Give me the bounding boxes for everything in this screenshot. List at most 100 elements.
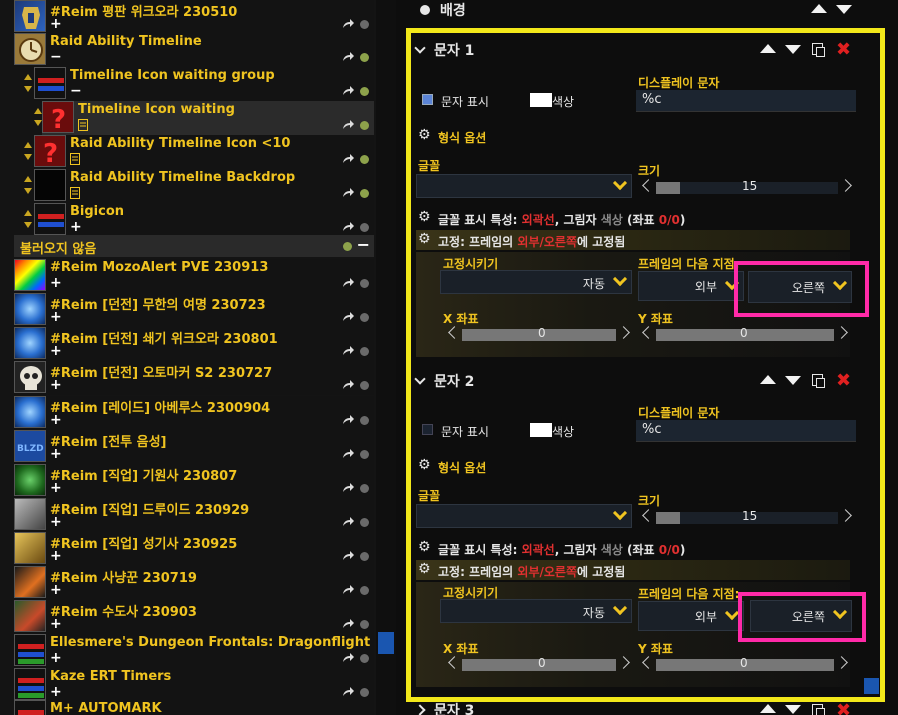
load-status-icon[interactable] bbox=[360, 155, 369, 164]
frame-outer-dropdown[interactable]: 외부 bbox=[638, 601, 744, 631]
chevron-right-icon[interactable] bbox=[835, 326, 848, 339]
move-up-icon[interactable] bbox=[760, 44, 776, 53]
aura-row-bigicon[interactable]: Bigicon + bbox=[34, 203, 374, 237]
expand-icon[interactable]: + bbox=[50, 549, 62, 563]
chevron-left-icon[interactable] bbox=[642, 326, 655, 339]
move-down-icon[interactable] bbox=[24, 188, 32, 194]
load-status-icon[interactable] bbox=[360, 121, 369, 130]
font-properties-line[interactable]: 글꼴 표시 특성: 외곽선, 그림자 색상 (좌표 0/0) bbox=[438, 541, 685, 558]
expand-icon[interactable]: + bbox=[50, 378, 62, 392]
share-icon[interactable] bbox=[342, 585, 354, 595]
delete-icon[interactable]: ✖ bbox=[836, 372, 851, 390]
share-icon[interactable] bbox=[342, 619, 354, 629]
collapse-icon[interactable]: − bbox=[50, 50, 62, 64]
format-options-label[interactable]: 형식 옵션 bbox=[438, 459, 486, 476]
load-status-icon[interactable] bbox=[360, 450, 369, 459]
anchor-to-dropdown[interactable]: 자동 bbox=[440, 599, 632, 623]
expand-icon[interactable]: + bbox=[50, 17, 62, 31]
options-scrollbar-thumb[interactable] bbox=[864, 678, 879, 694]
text1-header[interactable]: 문자 1 bbox=[414, 40, 474, 60]
expand-icon[interactable]: + bbox=[70, 220, 82, 234]
expand-icon[interactable]: + bbox=[50, 617, 62, 631]
aura-row-mplus-automark[interactable]: M+ AUTOMARK bbox=[14, 700, 374, 715]
move-down-icon[interactable] bbox=[785, 376, 801, 385]
load-status-icon[interactable] bbox=[360, 347, 369, 356]
move-down-icon[interactable] bbox=[24, 86, 32, 92]
expand-icon[interactable]: + bbox=[50, 447, 62, 461]
format-options-label[interactable]: 형식 옵션 bbox=[438, 129, 486, 146]
collapse-icon[interactable]: − bbox=[357, 235, 370, 254]
share-icon[interactable] bbox=[342, 380, 354, 390]
share-icon[interactable] bbox=[342, 278, 354, 288]
aura-row-ellesmere-frontals[interactable]: Ellesmere's Dungeon Frontals: Dragonflig… bbox=[14, 634, 374, 668]
move-up-icon[interactable] bbox=[24, 176, 32, 182]
move-down-icon[interactable] bbox=[24, 222, 32, 228]
share-icon[interactable] bbox=[342, 346, 354, 356]
chevron-right-icon[interactable] bbox=[835, 656, 848, 669]
chevron-right-icon[interactable] bbox=[617, 326, 630, 339]
text3-header[interactable]: 문자 3 bbox=[414, 700, 474, 715]
share-icon[interactable] bbox=[342, 687, 354, 697]
aura-row-dungeon-automarker[interactable]: #Reim [던전] 오토마커 S2 230727 + bbox=[14, 361, 374, 395]
duplicate-icon[interactable] bbox=[812, 374, 825, 388]
share-icon[interactable] bbox=[342, 52, 354, 62]
slider-thumb[interactable] bbox=[656, 512, 680, 524]
chevron-right-icon[interactable] bbox=[617, 656, 630, 669]
size-slider[interactable]: 15 bbox=[640, 508, 854, 526]
aura-row-combat-voice[interactable]: BLZD #Reim [전투 음성] + bbox=[14, 430, 374, 464]
load-status-icon[interactable] bbox=[360, 20, 369, 29]
show-text-checkbox[interactable] bbox=[422, 94, 433, 105]
frame-outer-dropdown[interactable]: 외부 bbox=[638, 271, 744, 301]
aura-row-raid-aberrus[interactable]: #Reim [레이드] 아베루스 2300904 + bbox=[14, 396, 374, 430]
move-up-icon[interactable] bbox=[24, 142, 32, 148]
share-icon[interactable] bbox=[342, 551, 354, 561]
expand-icon[interactable]: + bbox=[50, 651, 62, 665]
move-down-icon[interactable] bbox=[785, 45, 801, 54]
load-status-icon[interactable] bbox=[360, 279, 369, 288]
anchor-line[interactable]: 고정: 프레임의 외부/오른쪽에 고정됨 bbox=[438, 563, 625, 580]
aura-row-timeline-icon-waiting[interactable]: ? Timeline Icon waiting bbox=[42, 101, 374, 135]
color-swatch[interactable] bbox=[530, 423, 552, 437]
expand-icon[interactable]: + bbox=[50, 685, 62, 699]
aura-row-dungeon-keystone[interactable]: #Reim [던전] 쇄기 위크오라 230801 + bbox=[14, 327, 374, 361]
list-scrollbar-thumb[interactable] bbox=[378, 632, 394, 654]
expand-icon[interactable]: + bbox=[50, 276, 62, 290]
y-coord-slider[interactable]: 0 bbox=[640, 325, 850, 343]
display-text-input[interactable]: %c bbox=[636, 420, 856, 442]
expand-icon[interactable]: + bbox=[50, 344, 62, 358]
load-status-icon[interactable] bbox=[360, 381, 369, 390]
load-status-icon[interactable] bbox=[360, 688, 369, 697]
aura-row-reim-reputation[interactable]: #Reim 평판 위크오라 230510 + bbox=[14, 0, 374, 34]
duplicate-icon[interactable] bbox=[812, 43, 825, 57]
aura-row-timeline-icon-waiting-group[interactable]: Timeline Icon waiting group − bbox=[34, 67, 374, 101]
show-text-checkbox[interactable] bbox=[422, 424, 433, 435]
text2-header[interactable]: 문자 2 bbox=[414, 371, 474, 391]
chevron-right-icon[interactable] bbox=[839, 509, 852, 522]
background-section-header[interactable]: 배경 bbox=[420, 0, 466, 20]
load-status-icon[interactable] bbox=[360, 586, 369, 595]
load-status-icon[interactable] bbox=[360, 620, 369, 629]
move-up-icon[interactable] bbox=[760, 375, 776, 384]
slider-thumb[interactable] bbox=[656, 182, 680, 194]
delete-icon[interactable]: ✖ bbox=[836, 702, 851, 715]
reorder-arrows[interactable] bbox=[24, 206, 33, 234]
share-icon[interactable] bbox=[342, 222, 354, 232]
share-icon[interactable] bbox=[342, 188, 354, 198]
aura-row-dungeon-dawn[interactable]: #Reim [던전] 무한의 여명 230723 + bbox=[14, 293, 374, 327]
chevron-left-icon[interactable] bbox=[448, 656, 461, 669]
share-icon[interactable] bbox=[342, 483, 354, 493]
collapse-icon[interactable]: − bbox=[70, 84, 82, 98]
load-status-icon[interactable] bbox=[360, 416, 369, 425]
expand-icon[interactable]: + bbox=[50, 583, 62, 597]
load-status-icon[interactable] bbox=[360, 654, 369, 663]
expand-icon[interactable]: + bbox=[50, 310, 62, 324]
aura-row-timeline-icon-lt10[interactable]: ? Raid Ability Timeline Icon <10 bbox=[34, 135, 374, 169]
share-icon[interactable] bbox=[342, 449, 354, 459]
aura-row-monk[interactable]: #Reim 수도사 230903 + bbox=[14, 600, 374, 634]
share-icon[interactable] bbox=[342, 86, 354, 96]
y-coord-slider[interactable]: 0 bbox=[640, 655, 850, 673]
not-loaded-group-header[interactable]: 불러오지 않음 − bbox=[14, 235, 374, 257]
aura-row-class-evoker[interactable]: #Reim [직업] 기원사 230807 + bbox=[14, 464, 374, 498]
load-status-icon[interactable] bbox=[343, 242, 352, 251]
size-slider[interactable]: 15 bbox=[640, 178, 854, 196]
